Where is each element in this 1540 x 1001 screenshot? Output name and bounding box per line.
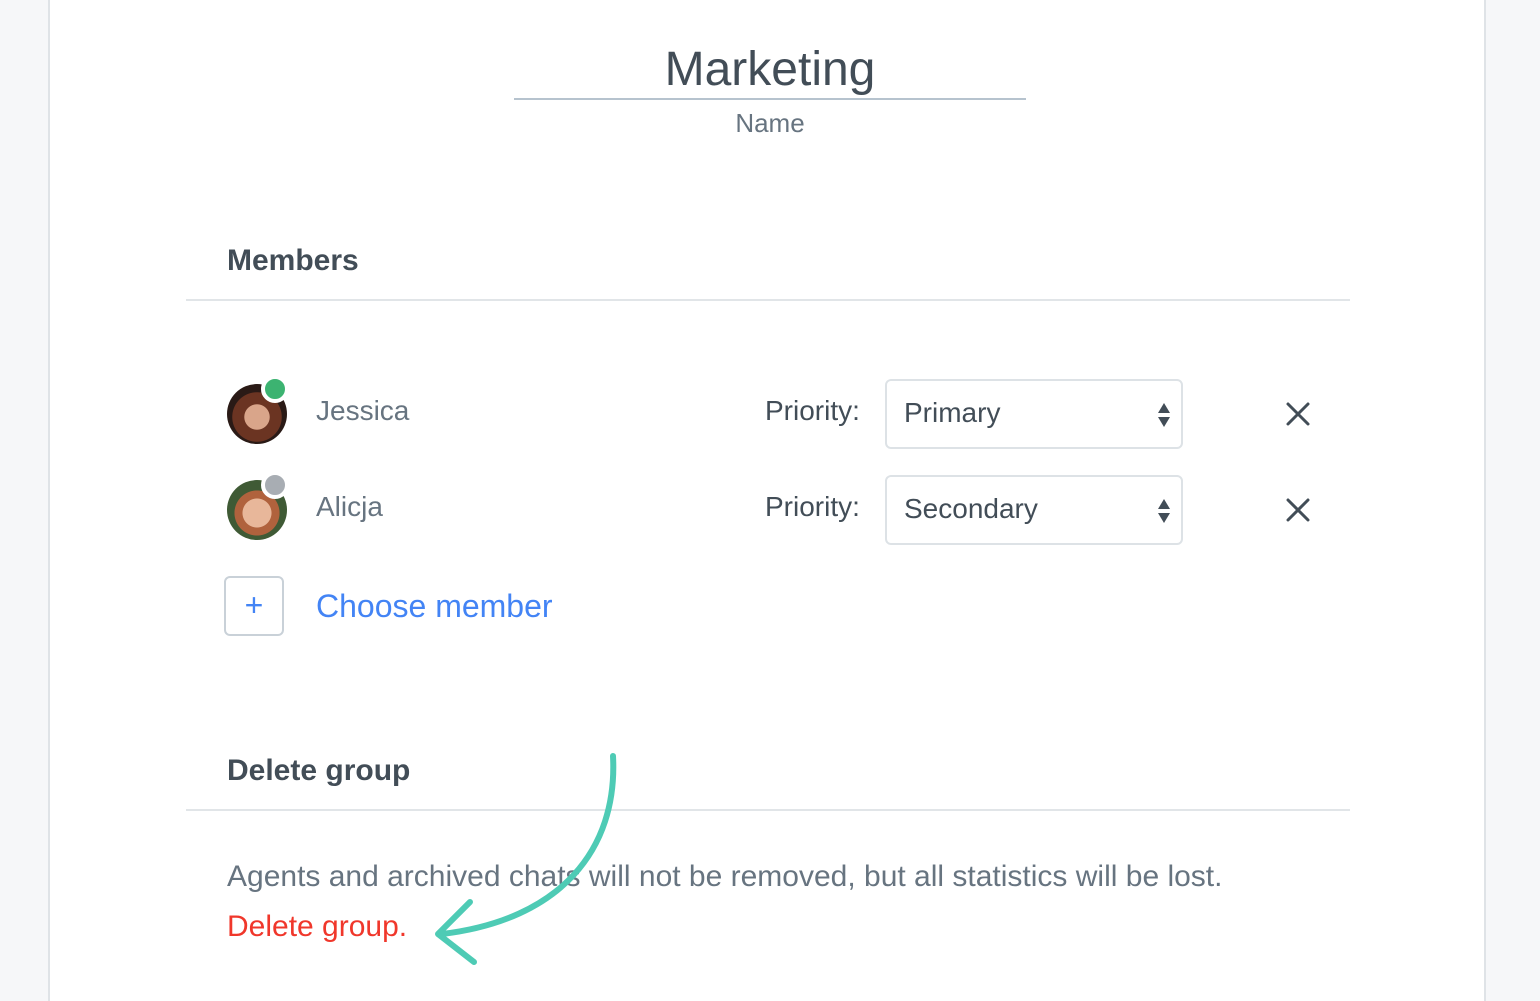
sort-arrows-icon [1158, 499, 1170, 523]
delete-group-description: Agents and archived chats will not be re… [227, 860, 1223, 893]
priority-select[interactable]: Secondary [885, 475, 1183, 545]
member-name: Alicja [316, 491, 383, 522]
choose-member-row: + Choose member [224, 576, 624, 636]
member-name: Jessica [316, 395, 410, 426]
delete-group-divider [186, 809, 1350, 811]
choose-member-link[interactable]: Choose member [316, 588, 553, 625]
sort-arrows-icon [1158, 403, 1170, 427]
priority-label: Priority: [765, 395, 860, 426]
member-row: Jessica Priority: Primary [227, 375, 1327, 449]
plus-icon: + [244, 587, 264, 623]
priority-select-value: Primary [904, 397, 1001, 428]
priority-select[interactable]: Primary [885, 379, 1183, 449]
members-heading: Members [227, 244, 359, 277]
priority-select-value: Secondary [904, 493, 1038, 524]
members-divider [186, 299, 1350, 301]
priority-label: Priority: [765, 491, 860, 522]
status-online-icon [261, 375, 289, 403]
add-member-button[interactable]: + [224, 576, 284, 636]
remove-member-close-icon[interactable] [1285, 401, 1311, 427]
delete-group-heading: Delete group [227, 754, 411, 787]
remove-member-close-icon[interactable] [1285, 497, 1311, 523]
group-name-input[interactable] [514, 40, 1026, 100]
delete-group-link[interactable]: Delete group. [227, 910, 407, 944]
status-offline-icon [261, 471, 289, 499]
member-row: Alicja Priority: Secondary [227, 471, 1327, 545]
group-name-label: Name [735, 108, 805, 138]
group-name-field: Name [514, 40, 1026, 139]
